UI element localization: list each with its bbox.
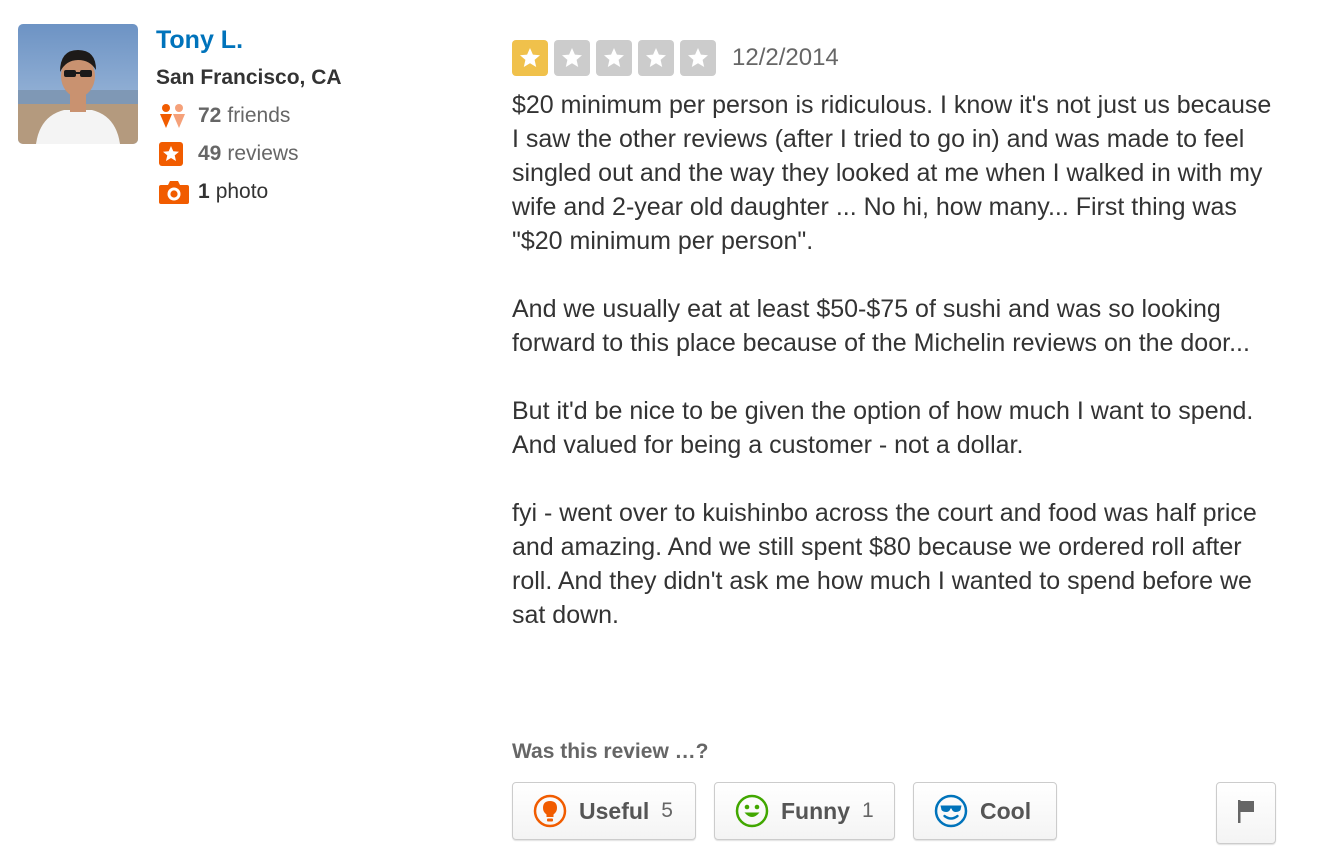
photos-label: photo bbox=[215, 180, 269, 203]
friends-count: 72 bbox=[198, 104, 222, 127]
friends-stat: 72 friends bbox=[158, 101, 290, 131]
reviews-count: 49 bbox=[198, 142, 222, 165]
reviews-stat: 49 reviews bbox=[158, 139, 299, 169]
useful-count: 5 bbox=[661, 799, 673, 822]
useful-label: Useful bbox=[579, 797, 650, 824]
star-empty-icon bbox=[680, 40, 716, 76]
review-paragraph: $20 minimum per person is ridiculous. I … bbox=[512, 91, 1272, 255]
friends-label: friends bbox=[227, 104, 291, 127]
useful-button[interactable]: Useful 5 bbox=[512, 782, 696, 840]
reviews-label: reviews bbox=[227, 142, 299, 165]
review-date: 12/2/2014 bbox=[732, 44, 839, 71]
funny-count: 1 bbox=[862, 799, 874, 822]
star-badge-icon bbox=[158, 139, 190, 169]
user-location: San Francisco, CA bbox=[156, 66, 342, 89]
user-name-link[interactable]: Tony L. bbox=[156, 26, 243, 55]
star-filled-icon bbox=[512, 40, 548, 76]
flag-icon bbox=[1236, 798, 1256, 829]
star-empty-icon bbox=[596, 40, 632, 76]
friends-icon bbox=[158, 101, 190, 131]
cool-button[interactable]: Cool bbox=[913, 782, 1057, 840]
cool-label: Cool bbox=[980, 797, 1032, 824]
star-rating bbox=[512, 40, 722, 76]
sunglasses-smiley-icon bbox=[934, 794, 968, 828]
photos-count: 1 bbox=[198, 180, 210, 203]
photos-stat: 1 photo bbox=[158, 177, 268, 207]
review-paragraph: And we usually eat at least $50-$75 of s… bbox=[512, 295, 1250, 357]
review-paragraph: But it'd be nice to be given the option … bbox=[512, 397, 1254, 459]
star-empty-icon bbox=[554, 40, 590, 76]
star-empty-icon bbox=[638, 40, 674, 76]
review-text: $20 minimum per person is ridiculous. I … bbox=[512, 88, 1272, 666]
vote-prompt: Was this review …? bbox=[512, 740, 709, 763]
camera-icon bbox=[158, 177, 190, 207]
review-paragraph: fyi - went over to kuishinbo across the … bbox=[512, 499, 1257, 629]
user-avatar[interactable] bbox=[18, 24, 138, 144]
review-rating-row: 12/2/2014 bbox=[512, 40, 839, 76]
funny-button[interactable]: Funny 1 bbox=[714, 782, 895, 840]
smiley-icon bbox=[735, 794, 769, 828]
funny-label: Funny bbox=[781, 797, 850, 824]
lightbulb-icon bbox=[533, 794, 567, 828]
flag-review-button[interactable] bbox=[1216, 782, 1276, 844]
